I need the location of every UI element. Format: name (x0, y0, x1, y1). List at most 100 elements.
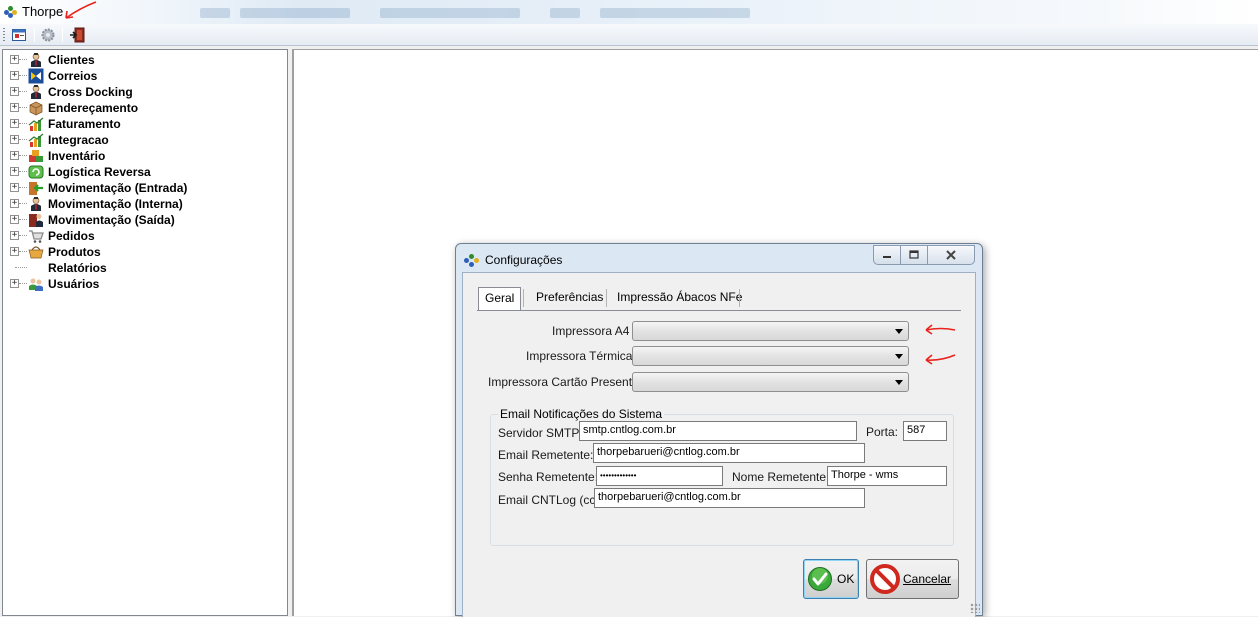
tree-item[interactable]: + Inventário (3, 148, 283, 164)
tree-item-label: Pedidos (48, 229, 95, 243)
tree-connector (19, 203, 27, 204)
printer-giftcard-label: Impressora Cartão Presente (488, 375, 639, 389)
port-input[interactable]: 587 (903, 421, 947, 441)
port-label: Porta: (866, 425, 899, 439)
tree-expand-icon[interactable]: + (10, 87, 19, 96)
tree-item[interactable]: + Clientes (3, 52, 283, 68)
basket-icon (28, 244, 44, 260)
tree-item-label: Usuários (48, 277, 100, 291)
user-exit-icon (28, 212, 44, 228)
tree-connector (19, 139, 27, 140)
tree-item[interactable]: + Usuários (3, 276, 283, 292)
printer-thermal-select[interactable] (632, 346, 909, 366)
tree-item[interactable]: + Logística Reversa (3, 164, 283, 180)
chart-icon (28, 116, 44, 132)
tree-expand-icon[interactable]: + (10, 247, 19, 256)
tree-expand-icon[interactable]: + (10, 199, 19, 208)
minimize-button[interactable] (873, 245, 901, 265)
resize-grip[interactable] (970, 603, 980, 613)
smtp-server-input[interactable]: smtp.cntlog.com.br (579, 421, 857, 441)
cart-icon (28, 228, 44, 244)
tree-item[interactable]: + Integracao (3, 132, 283, 148)
close-button[interactable] (927, 245, 975, 265)
window-list-button[interactable] (9, 26, 29, 44)
tree-item-label: Clientes (48, 53, 95, 67)
settings-dialog: Configurações Geral Preferências Impress… (455, 243, 983, 617)
tree-expand-icon[interactable]: + (10, 103, 19, 112)
tree-item[interactable]: + Correios (3, 68, 283, 84)
chevron-down-icon (895, 329, 903, 334)
tree-item-label: Movimentação (Saída) (48, 213, 175, 227)
tree-expand-icon[interactable]: + (10, 183, 19, 192)
tree-item[interactable]: + Movimentação (Interna) (3, 196, 283, 212)
tree-expand-icon[interactable]: + (10, 167, 19, 176)
tree-item[interactable]: + Movimentação (Saída) (3, 212, 283, 228)
tree-connector (19, 155, 27, 156)
tree-item-label: Relatórios (48, 261, 107, 275)
tree-connector (19, 171, 27, 172)
printer-giftcard-select[interactable] (632, 372, 909, 392)
tab-preferencias[interactable]: Preferências (530, 286, 609, 308)
cc-email-input[interactable]: thorpebarueri@cntlog.com.br (594, 488, 865, 508)
printer-a4-label: Impressora A4 (552, 324, 630, 338)
tree-item-label: Integracao (48, 133, 109, 147)
tree-item[interactable]: + Produtos (3, 244, 283, 260)
ok-button[interactable]: OK (803, 559, 859, 599)
toolbar-separator (62, 28, 63, 42)
email-group-title: Email Notificações do Sistema (498, 407, 665, 421)
app-title: Thorpe (22, 4, 64, 19)
tree-connector (19, 187, 27, 188)
tree-item[interactable]: + Cross Docking (3, 84, 283, 100)
chart-icon (28, 132, 44, 148)
tree-item-label: Endereçamento (48, 101, 139, 115)
tab-separator (523, 289, 524, 307)
tab-impressao-abacos-nfe[interactable]: Impressão Ábacos NFe (611, 286, 748, 308)
printer-a4-select[interactable] (632, 321, 909, 341)
tree-connector (19, 219, 27, 220)
navigation-tree[interactable]: + Clientes + Correios + Cross Docking + Endereç… (2, 49, 288, 616)
user-icon (28, 196, 44, 212)
maximize-button[interactable] (900, 245, 928, 265)
tab-geral[interactable]: Geral (478, 287, 522, 310)
background-window-tabs (200, 8, 760, 20)
cc-email-label: Email CNTLog (cc): (498, 493, 603, 507)
tree-expand-icon[interactable]: + (10, 231, 19, 240)
exit-door-icon (70, 27, 85, 43)
tree-item[interactable]: + Movimentação (Entrada) (3, 180, 283, 196)
dialog-logo-icon (464, 254, 480, 267)
tree-item[interactable]: + Pedidos (3, 228, 283, 244)
exit-button[interactable] (67, 26, 87, 44)
tree-item-label: Faturamento (48, 117, 121, 131)
tree-expand-icon[interactable]: + (10, 55, 19, 64)
cancel-icon (870, 564, 900, 594)
settings-button[interactable] (38, 26, 58, 44)
tree-expand-icon[interactable]: + (10, 119, 19, 128)
dialog-title: Configurações (485, 253, 563, 267)
window-title-bar: Thorpe (0, 0, 1258, 24)
annotation-arrow-title (65, 1, 97, 19)
dialog-client-area: Geral Preferências Impressão Ábacos NFe … (462, 272, 976, 617)
tree-connector (19, 251, 27, 252)
tree-item[interactable]: + Faturamento (3, 116, 283, 132)
sender-name-input[interactable]: Thorpe - wms (827, 466, 947, 486)
chevron-down-icon (895, 380, 903, 385)
tree-expand-icon[interactable]: + (10, 135, 19, 144)
tree-expand-icon[interactable]: + (10, 151, 19, 160)
tree-expand-icon[interactable]: + (10, 215, 19, 224)
sender-password-label: Senha Remetente: (498, 470, 599, 484)
boxes-icon (28, 148, 44, 164)
tree-expand-icon[interactable]: + (10, 71, 19, 80)
settings-gear-icon (41, 28, 55, 42)
tree-connector (19, 123, 27, 124)
tree-connector (19, 283, 27, 284)
tree-item[interactable]: + Endereçamento (3, 100, 283, 116)
arrow-in-icon (28, 180, 44, 196)
tree-item[interactable]: Relatórios (3, 260, 283, 276)
toolbar-separator (34, 28, 35, 42)
toolbar-grip[interactable] (3, 28, 5, 42)
tree-item-label: Cross Docking (48, 85, 133, 99)
tree-expand-icon[interactable]: + (10, 279, 19, 288)
sender-email-input[interactable]: thorpebarueri@cntlog.com.br (593, 443, 865, 463)
sender-password-input[interactable]: ••••••••••••• (596, 466, 723, 486)
cancel-button[interactable]: Cancelar (866, 559, 959, 599)
